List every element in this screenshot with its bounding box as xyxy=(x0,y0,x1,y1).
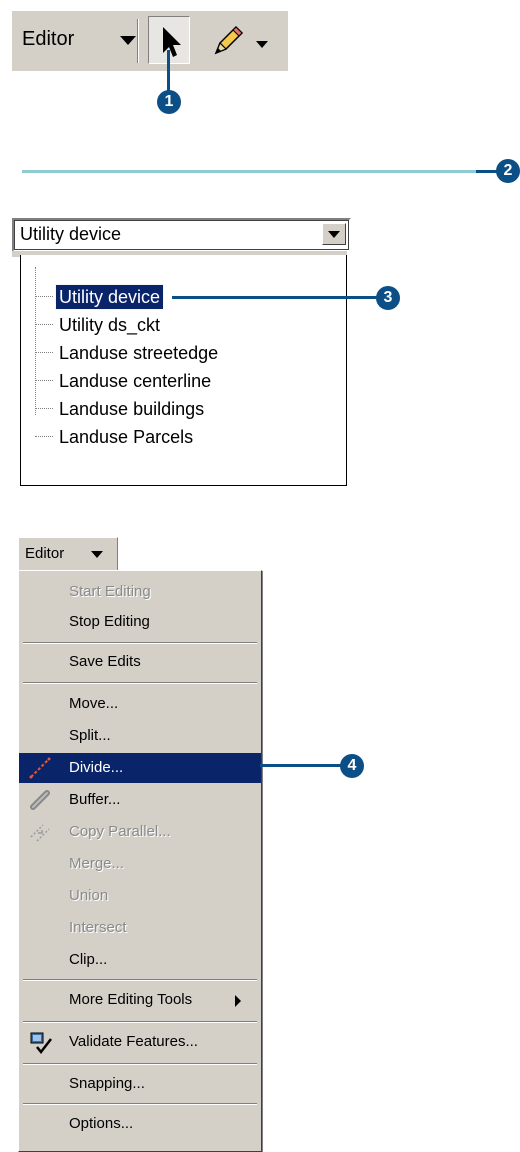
tree-connector xyxy=(35,436,53,437)
menu-item-snapping[interactable]: Snapping... xyxy=(19,1069,261,1099)
toolbar-separator xyxy=(137,19,139,63)
menu-item-more-editing-tools[interactable]: More Editing Tools xyxy=(19,985,261,1015)
menu-separator xyxy=(23,979,257,981)
menu-item-clip[interactable]: Clip... xyxy=(19,945,261,975)
target-layer-dropdown[interactable]: Utility device xyxy=(12,218,351,252)
list-item[interactable]: Landuse streetedge xyxy=(59,341,218,365)
divide-icon xyxy=(29,757,51,779)
editor-toolbar: Editor xyxy=(12,11,288,71)
menu-separator xyxy=(23,1063,257,1065)
callout-badge: 2 xyxy=(496,159,520,183)
editor-menu-button[interactable]: Editor xyxy=(22,28,74,51)
menu-item-buffer[interactable]: Buffer... xyxy=(19,785,261,815)
menu-separator xyxy=(23,642,257,644)
menu-item-start-editing[interactable]: Start Editing xyxy=(19,577,261,607)
menu-separator xyxy=(23,1021,257,1023)
sketch-tool-button[interactable] xyxy=(208,21,248,61)
pencil-icon xyxy=(214,25,244,55)
dropdown-button[interactable] xyxy=(322,223,346,245)
menu-item-merge[interactable]: Merge... xyxy=(19,849,261,879)
tree-connector xyxy=(35,324,53,325)
callout-leader xyxy=(260,764,342,767)
list-item[interactable]: Landuse buildings xyxy=(59,397,204,421)
editor-menu: Start Editing Stop Editing Save Edits Mo… xyxy=(18,570,262,1152)
chevron-down-icon xyxy=(328,231,340,238)
validate-icon xyxy=(29,1031,52,1055)
chevron-down-icon[interactable] xyxy=(120,36,136,45)
menu-item-stop-editing[interactable]: Stop Editing xyxy=(19,607,261,637)
tree-connector xyxy=(35,267,36,415)
list-item[interactable]: Utility ds_ckt xyxy=(59,313,160,337)
menu-item-move[interactable]: Move... xyxy=(19,689,261,719)
layer-list: Utility device Utility ds_ckt Landuse st… xyxy=(20,255,347,486)
tree-connector xyxy=(35,408,53,409)
line-feature xyxy=(22,170,482,173)
editor-menu-button[interactable]: Editor xyxy=(18,537,118,572)
chevron-down-icon xyxy=(91,551,103,558)
editor-label: Editor xyxy=(22,28,75,50)
chevron-right-icon xyxy=(235,995,241,1007)
callout-badge: 4 xyxy=(340,754,364,778)
callout-leader xyxy=(476,170,498,173)
menu-item-save-edits[interactable]: Save Edits xyxy=(19,647,261,677)
copy-parallel-icon xyxy=(29,821,51,843)
list-item[interactable]: Landuse centerline xyxy=(59,369,211,393)
editor-menu-label: Editor xyxy=(25,545,65,562)
tree-connector xyxy=(35,352,53,353)
tree-connector xyxy=(35,380,53,381)
buffer-icon xyxy=(29,789,51,811)
menu-item-intersect[interactable]: Intersect xyxy=(19,913,261,943)
list-item[interactable]: Utility device xyxy=(54,284,165,310)
target-layer-value: Utility device xyxy=(20,224,122,244)
callout-badge: 1 xyxy=(157,90,181,114)
menu-item-divide[interactable]: Divide... xyxy=(19,753,261,783)
callout-badge: 3 xyxy=(376,286,400,310)
menu-separator xyxy=(23,1103,257,1105)
tree-connector xyxy=(35,296,53,297)
menu-item-union[interactable]: Union xyxy=(19,881,261,911)
chevron-down-icon[interactable] xyxy=(256,41,268,48)
menu-separator xyxy=(23,682,257,684)
callout-leader xyxy=(172,296,378,299)
menu-item-options[interactable]: Options... xyxy=(19,1109,261,1139)
menu-item-split[interactable]: Split... xyxy=(19,721,261,751)
menu-item-copy-parallel[interactable]: Copy Parallel... xyxy=(19,817,261,847)
list-item[interactable]: Landuse Parcels xyxy=(59,425,193,449)
menu-item-validate-features[interactable]: Validate Features... xyxy=(19,1027,261,1057)
